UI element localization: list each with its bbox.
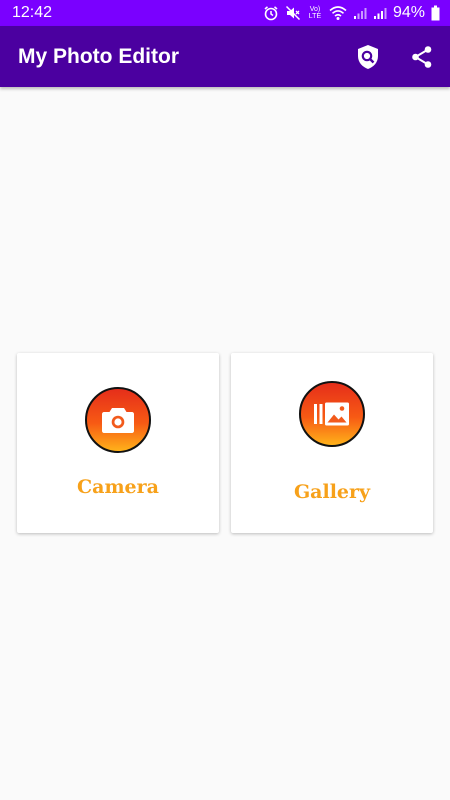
battery-percent: 94%	[392, 4, 425, 21]
status-icons: Vo) LTE 94%	[263, 4, 440, 22]
signal-icon	[353, 6, 367, 20]
battery-icon	[431, 5, 440, 21]
camera-card[interactable]: Camera	[17, 353, 219, 533]
camera-icon	[85, 387, 151, 453]
status-time: 12:42	[12, 4, 53, 21]
wifi-icon	[329, 5, 347, 21]
privacy-shield-icon[interactable]	[355, 44, 381, 70]
mute-icon	[285, 5, 301, 21]
gallery-card[interactable]: Gallery	[231, 353, 433, 533]
app-actions	[355, 44, 435, 70]
app-bar: My Photo Editor	[0, 26, 450, 87]
gallery-icon	[299, 381, 365, 447]
alarm-icon	[263, 5, 279, 21]
volte-icon: Vo) LTE	[308, 6, 322, 20]
app-title: My Photo Editor	[18, 44, 179, 68]
camera-label: Camera	[77, 476, 159, 498]
gallery-label: Gallery	[293, 481, 371, 503]
share-icon[interactable]	[409, 44, 435, 70]
signal-icon	[373, 6, 387, 20]
status-bar: 12:42 Vo) LTE 94%	[0, 0, 450, 26]
